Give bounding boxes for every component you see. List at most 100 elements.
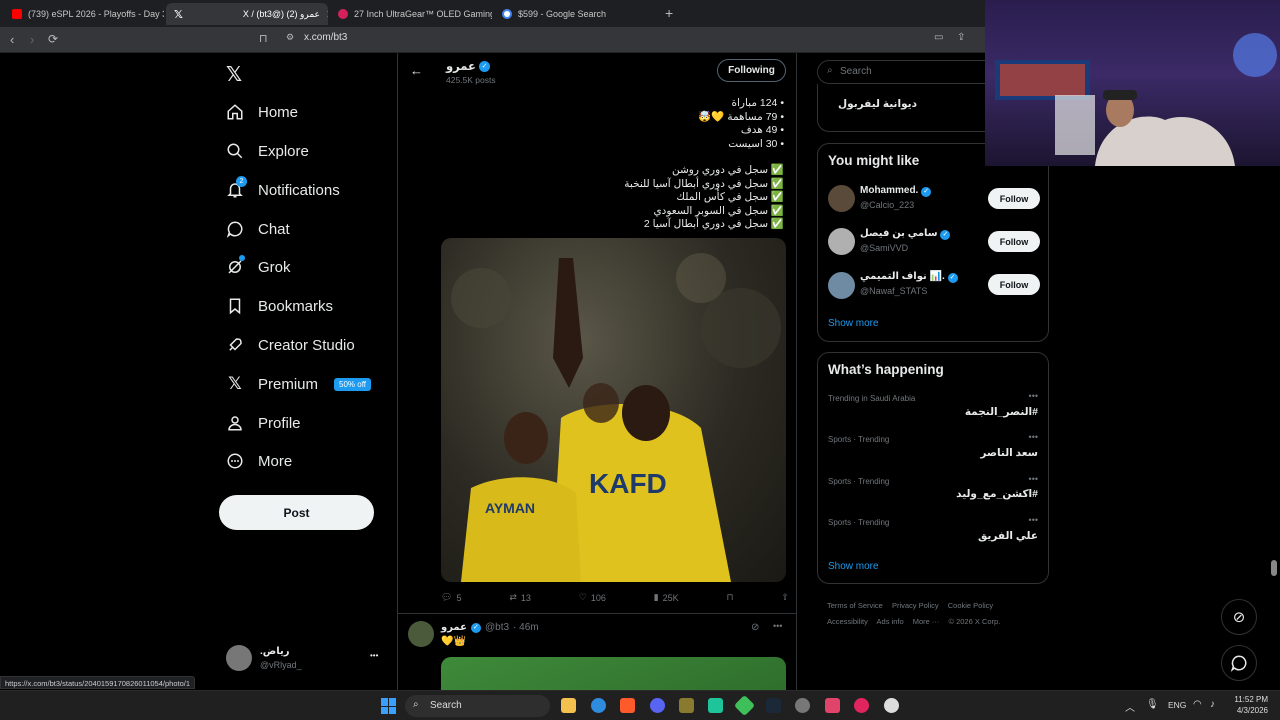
post-button[interactable]: Post [219,495,374,530]
brave-icon[interactable] [620,698,635,713]
avatar[interactable] [408,621,434,647]
more-icon[interactable]: ••• [1029,515,1038,525]
footer-link[interactable]: Accessibility [827,617,868,626]
nav-chat[interactable]: Chat [226,214,290,244]
tweet-photo[interactable]: KAFD AYMAN [441,238,786,582]
wifi-icon[interactable]: ◠ [1193,699,1202,710]
app-icon[interactable] [708,698,723,713]
panel-title: What’s happening [828,362,944,377]
new-tab-button[interactable]: + [665,5,673,21]
x-home-logo-icon[interactable]: 𝕏 [226,62,242,87]
bookmark-page-icon[interactable]: ⊓ [259,32,268,45]
scrollbar-thumb[interactable] [1271,560,1277,576]
grok-icon: ⊘ [1232,609,1246,626]
show-more-link[interactable]: Show more [828,318,879,329]
app-icon[interactable] [854,698,869,713]
footer-link[interactable]: Terms of Service [827,601,883,610]
file-explorer-icon[interactable] [561,698,576,713]
google-icon [502,9,512,19]
more-icon[interactable]: ••• [773,621,782,631]
messages-float-button[interactable] [1221,645,1257,681]
browser-tab-youtube[interactable]: (739) eSPL 2026 - Playoffs - Day 3 | ... [4,3,164,25]
nav-grok[interactable]: Grok [226,252,291,282]
tweet-achievements-text: ✅ سجل في دوري روشن ✅ سجل في دوري أبطال آ… [624,164,784,230]
app-icon[interactable] [733,694,756,717]
account-switcher[interactable]: رياض. @vRlyad_ ••• [226,645,384,675]
nav-notifications[interactable]: 2 Notifications [226,175,340,205]
share-button[interactable]: ⇧ [781,592,789,603]
repost-button[interactable]: ⇄ 13 [509,592,531,603]
app-icon[interactable] [795,698,810,713]
clock-date[interactable]: 4/3/2026 [1232,706,1268,715]
steam-icon[interactable] [766,698,781,713]
follow-button[interactable]: Follow [988,274,1040,295]
footer-link[interactable]: Ads info [877,617,904,626]
grok-float-button[interactable]: ⊘ [1221,599,1257,635]
site-info-icon[interactable]: ⚙ [286,32,294,43]
browser-tab-lg[interactable]: 27 Inch UltraGear™ OLED Gaming M... [330,3,492,25]
nav-creator-studio[interactable]: Creator Studio [226,330,355,360]
nav-home[interactable]: Home [226,97,298,127]
search-icon: ⌕ [413,699,419,710]
more-icon[interactable]: ••• [1029,474,1038,484]
trend-item[interactable]: سعد الناصر [980,447,1038,459]
volume-icon[interactable]: ♪ [1210,699,1215,710]
app-icon[interactable] [825,698,840,713]
trend-item[interactable]: #اكشن_مع_وليد [956,488,1038,500]
forward-icon[interactable]: › [30,32,34,47]
windows-taskbar: ⌕ Search ︿ 🎙︎ ENG ◠ ♪ 11:52 PM 4/3/2026 [0,690,1280,720]
suggested-user-handle: @Calcio_223 [860,200,915,210]
more-icon[interactable]: ••• [1029,432,1038,442]
back-arrow-icon[interactable]: ← [410,63,423,78]
nav-more[interactable]: More [226,446,292,476]
back-icon[interactable]: ‹ [10,32,14,47]
grok-icon[interactable]: ⊘ [751,622,759,633]
edge-icon[interactable] [591,698,606,713]
url-field[interactable]: x.com/bt3 [304,32,347,43]
footer-link[interactable]: More ··· [913,617,940,626]
trend-meta: Trending in Saudi Arabia [828,394,916,403]
jersey-back-name: AYMAN [485,500,535,516]
avatar[interactable] [828,272,855,299]
clock-time[interactable]: 11:52 PM [1232,695,1268,704]
avatar[interactable] [828,228,855,255]
follow-button[interactable]: Follow [988,231,1040,252]
next-tweet-photo[interactable] [441,657,786,690]
trend-item[interactable]: #النصر_النجمة [965,406,1038,418]
reply-button[interactable]: 💬︎ 5 [441,592,461,603]
app-icon[interactable] [679,698,694,713]
cast-icon[interactable]: ▭ [934,32,943,43]
like-button[interactable]: ♡ 106 [579,592,606,603]
footer-link[interactable]: Cookie Policy [948,601,993,610]
following-button[interactable]: Following [717,59,786,82]
bookmark-button[interactable]: ⊓ [727,592,734,603]
trend-item[interactable]: علي الفريق [978,530,1038,542]
x-logo-icon: 𝕏 [174,8,183,21]
reload-icon[interactable]: ⟳ [48,32,58,46]
space-title: ديوانية ليفربول [838,98,917,110]
language-indicator[interactable]: ENG [1168,700,1186,710]
nav-premium[interactable]: 𝕏 Premium 50% off [226,369,371,399]
browser-tab-x[interactable]: 𝕏 X / (bt3@) عمرو (2) ✕ [166,3,328,25]
windows-start-icon[interactable] [381,698,397,714]
nav-profile[interactable]: Profile [226,408,301,438]
follow-button[interactable]: Follow [988,188,1040,209]
avatar[interactable] [828,185,855,212]
chat-icon [226,220,244,238]
show-more-link[interactable]: Show more [828,561,879,572]
microphone-icon[interactable]: 🎙︎ [1146,699,1159,710]
settings-icon[interactable] [884,698,899,713]
tray-chevron-icon[interactable]: ︿ [1125,699,1135,714]
taskbar-search[interactable]: ⌕ Search [405,695,550,717]
nav-bookmarks[interactable]: Bookmarks [226,291,333,321]
share-icon[interactable]: ⇪ [957,32,965,43]
close-tab-icon[interactable]: ✕ [326,8,328,21]
discord-icon[interactable] [650,698,665,713]
avatar [226,645,252,671]
more-icon[interactable]: ••• [1029,391,1038,401]
more-circle-icon [226,452,244,470]
footer-link[interactable]: Privacy Policy [892,601,939,610]
browser-tab-google[interactable]: $599 - Google Search [494,3,656,25]
nav-explore[interactable]: Explore [226,136,309,166]
views-button[interactable]: ▮ 25K [654,592,679,603]
